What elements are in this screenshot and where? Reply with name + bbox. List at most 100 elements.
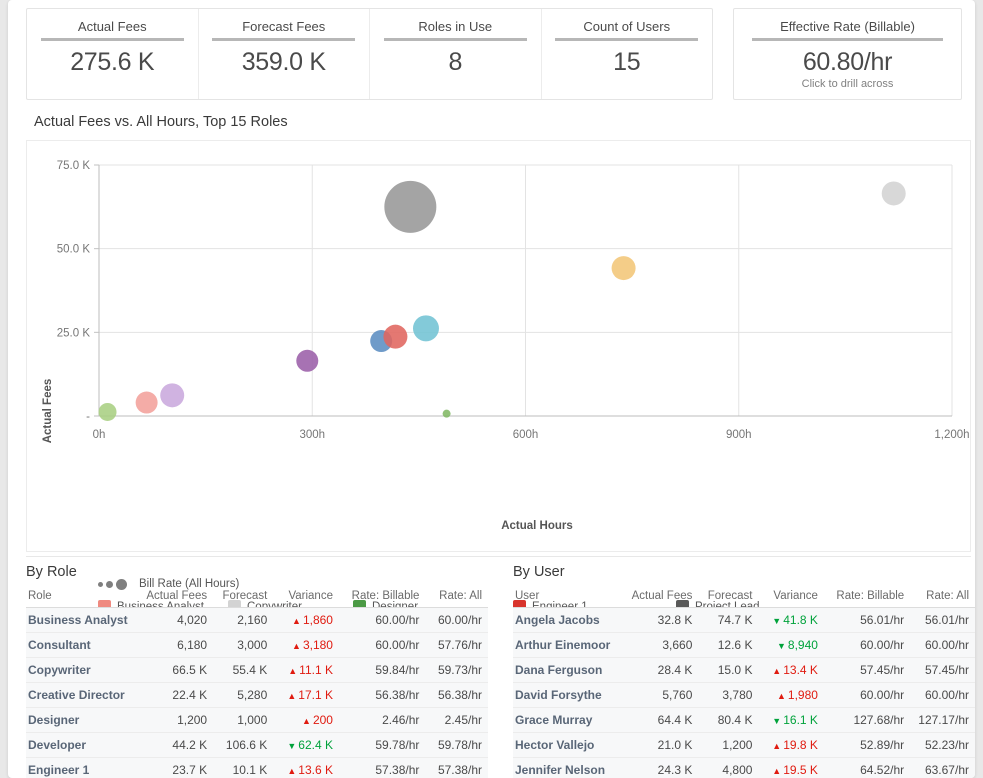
scatter-point[interactable] [296, 350, 318, 372]
cell-forecast: 2,160 [213, 608, 273, 633]
row-label: Creative Director [26, 683, 140, 708]
scatter-point[interactable] [443, 410, 451, 418]
scatter-point[interactable] [384, 181, 436, 233]
kpi-group-highlight[interactable]: Effective Rate (Billable) 60.80/hr Click… [733, 8, 962, 100]
cell-rate-all: 56.01/hr [910, 608, 975, 633]
cell-rate-all: 57.38/hr [425, 758, 488, 778]
table-row[interactable]: Business Analyst4,0202,160▲1,86060.00/hr… [26, 608, 488, 633]
scatter-point[interactable] [136, 392, 158, 414]
cell-forecast: 80.4 K [698, 708, 758, 733]
by-user-heading: By User [513, 564, 975, 580]
cell-actual-fees: 22.4 K [140, 683, 213, 708]
row-label: David Forsythe [513, 683, 626, 708]
table-row[interactable]: Jennifer Nelson24.3 K4,800▲19.5 K64.52/h… [513, 758, 975, 778]
column-header[interactable]: Rate: Billable [339, 588, 425, 608]
kpi-cell-0[interactable]: Actual Fees275.6 K [27, 9, 198, 99]
column-header[interactable]: Variance [273, 588, 339, 608]
table-row[interactable]: Developer44.2 K106.6 K▼62.4 K59.78/hr59.… [26, 733, 488, 758]
table-row[interactable]: Dana Ferguson28.4 K15.0 K▲13.4 K57.45/hr… [513, 658, 975, 683]
cell-forecast: 12.6 K [698, 633, 758, 658]
column-header[interactable]: Actual Fees [140, 588, 213, 608]
column-header[interactable]: Rate: All [425, 588, 488, 608]
column-header[interactable]: Role [26, 588, 140, 608]
cell-actual-fees: 5,760 [626, 683, 699, 708]
cell-rate-billable: 64.52/hr [824, 758, 910, 778]
cell-actual-fees: 24.3 K [626, 758, 699, 778]
kpi-label: Count of Users [583, 19, 670, 35]
svg-text:600h: 600h [513, 429, 539, 441]
cell-rate-all: 57.76/hr [425, 633, 488, 658]
triangle-down-icon: ▼ [772, 616, 781, 626]
by-role-table[interactable]: RoleActual FeesForecastVarianceRate: Bil… [26, 588, 488, 778]
table-row[interactable]: Consultant6,1803,000▲3,18060.00/hr57.76/… [26, 633, 488, 658]
column-header[interactable]: Actual Fees [626, 588, 699, 608]
column-header[interactable]: Forecast [213, 588, 273, 608]
kpi-cell-1[interactable]: Forecast Fees359.0 K [198, 9, 370, 99]
column-header[interactable]: User [513, 588, 626, 608]
table-row[interactable]: Angela Jacobs32.8 K74.7 K▼41.8 K56.01/hr… [513, 608, 975, 633]
column-header[interactable]: Rate: All [910, 588, 975, 608]
scatter-point[interactable] [160, 383, 184, 407]
cell-variance: ▼41.8 K [758, 608, 823, 633]
kpi-value: 60.80/hr [803, 47, 892, 77]
kpi-underline [555, 38, 698, 41]
kpi-value: 359.0 K [242, 47, 326, 77]
cell-rate-billable: 60.00/hr [339, 608, 425, 633]
cell-forecast: 3,780 [698, 683, 758, 708]
scatter-plot-svg[interactable]: -25.0 K50.0 K75.0 K0h300h600h900h1,200h … [27, 141, 972, 553]
table-row[interactable]: Engineer 123.7 K10.1 K▲13.6 K57.38/hr57.… [26, 758, 488, 778]
table-row[interactable]: Arthur Einemoor3,66012.6 K▼8,94060.00/hr… [513, 633, 975, 658]
cell-rate-all: 52.23/hr [910, 733, 975, 758]
cell-variance: ▲1,860 [273, 608, 339, 633]
cell-variance: ▼16.1 K [758, 708, 823, 733]
column-header[interactable]: Forecast [698, 588, 758, 608]
cell-forecast: 15.0 K [698, 658, 758, 683]
kpi-label: Effective Rate (Billable) [780, 19, 915, 35]
row-label: Developer [26, 733, 140, 758]
table-row[interactable]: Copywriter66.5 K55.4 K▲11.1 K59.84/hr59.… [26, 658, 488, 683]
row-label: Designer [26, 708, 140, 733]
cell-actual-fees: 44.2 K [140, 733, 213, 758]
table-row[interactable]: Hector Vallejo21.0 K1,200▲19.8 K52.89/hr… [513, 733, 975, 758]
kpi-underline [384, 38, 527, 41]
scatter-point[interactable] [383, 325, 407, 349]
by-user-table[interactable]: UserActual FeesForecastVarianceRate: Bil… [513, 588, 975, 778]
triangle-up-icon: ▲ [772, 666, 781, 676]
cell-variance: ▲11.1 K [273, 658, 339, 683]
scatter-point[interactable] [612, 256, 636, 280]
chart-plot-area[interactable]: -25.0 K50.0 K75.0 K0h300h600h900h1,200h … [26, 140, 971, 552]
cell-actual-fees: 6,180 [140, 633, 213, 658]
triangle-down-icon: ▼ [772, 716, 781, 726]
cell-rate-all: 59.73/hr [425, 658, 488, 683]
kpi-effective-rate[interactable]: Effective Rate (Billable) 60.80/hr Click… [734, 9, 961, 99]
cell-forecast: 74.7 K [698, 608, 758, 633]
row-label: Arthur Einemoor [513, 633, 626, 658]
triangle-up-icon: ▲ [292, 616, 301, 626]
kpi-cell-2[interactable]: Roles in Use8 [369, 9, 541, 99]
table-row[interactable]: Creative Director22.4 K5,280▲17.1 K56.38… [26, 683, 488, 708]
svg-text:Actual Hours: Actual Hours [501, 520, 573, 532]
row-label: Dana Ferguson [513, 658, 626, 683]
cell-forecast: 1,200 [698, 733, 758, 758]
dashboard-page: Actual Fees275.6 KForecast Fees359.0 KRo… [8, 0, 975, 778]
table-row[interactable]: David Forsythe5,7603,780▲1,98060.00/hr60… [513, 683, 975, 708]
kpi-cell-3[interactable]: Count of Users15 [541, 9, 713, 99]
cell-variance: ▼8,940 [758, 633, 823, 658]
scatter-point[interactable] [882, 181, 906, 205]
column-header[interactable]: Rate: Billable [824, 588, 910, 608]
triangle-up-icon: ▲ [287, 691, 296, 701]
cell-variance: ▲13.6 K [273, 758, 339, 778]
scatter-point[interactable] [99, 403, 117, 421]
table-row[interactable]: Designer1,2001,000▲2002.46/hr2.45/hr [26, 708, 488, 733]
triangle-up-icon: ▲ [302, 716, 311, 726]
column-header[interactable]: Variance [758, 588, 823, 608]
row-label: Jennifer Nelson [513, 758, 626, 778]
svg-text:1,200h: 1,200h [934, 429, 969, 441]
cell-rate-billable: 57.45/hr [824, 658, 910, 683]
cell-actual-fees: 64.4 K [626, 708, 699, 733]
cell-actual-fees: 3,660 [626, 633, 699, 658]
table-row[interactable]: Grace Murray64.4 K80.4 K▼16.1 K127.68/hr… [513, 708, 975, 733]
row-label: Engineer 1 [26, 758, 140, 778]
scatter-point[interactable] [413, 315, 439, 341]
svg-text:Actual Fees: Actual Fees [42, 379, 54, 444]
